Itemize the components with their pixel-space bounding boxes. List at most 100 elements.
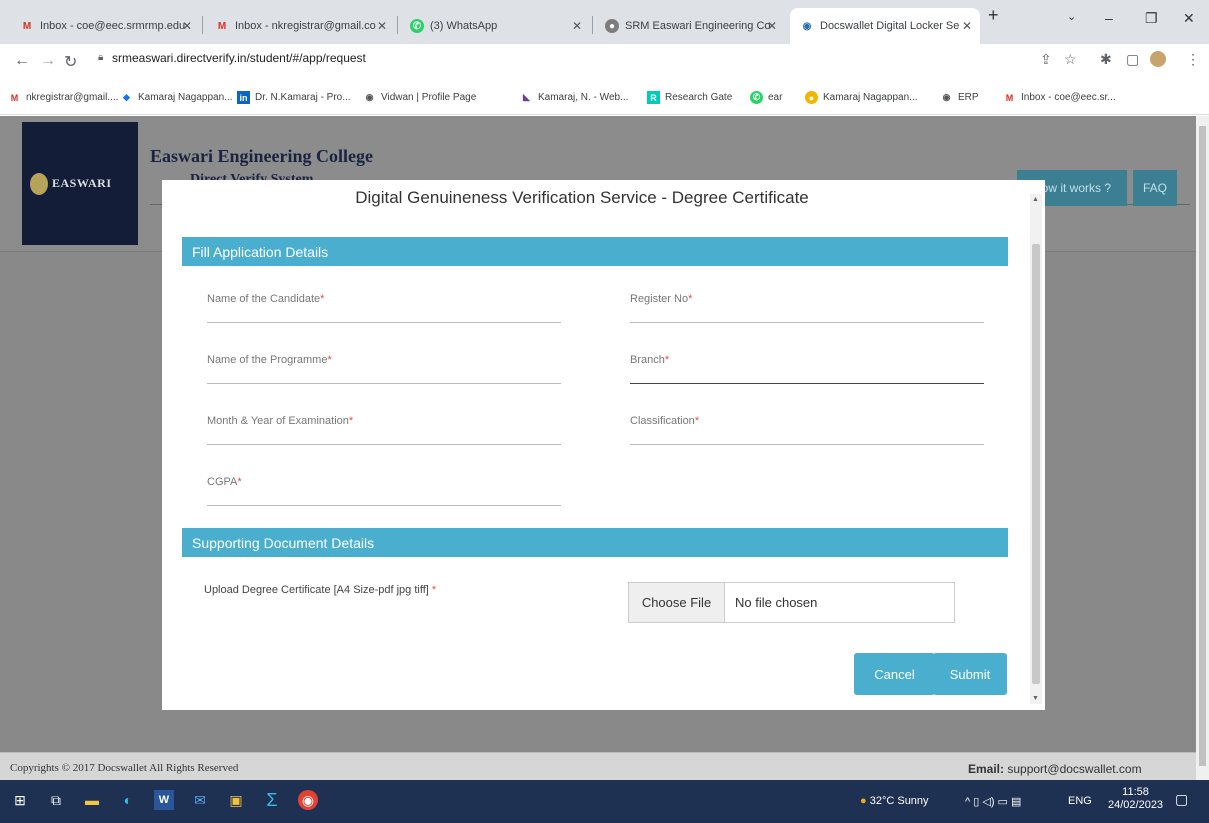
- researchgate-icon: R: [647, 91, 660, 104]
- network-icon[interactable]: ▭: [998, 796, 1008, 808]
- close-window-icon[interactable]: ✕: [1183, 10, 1195, 27]
- minimize-icon[interactable]: –: [1105, 10, 1113, 26]
- profile-avatar[interactable]: [1150, 51, 1166, 67]
- linkedin-icon: in: [237, 91, 250, 104]
- bookmark-item[interactable]: M Inbox - coe@eec.sr...: [1003, 91, 1116, 104]
- bookmark-item[interactable]: ● Kamaraj Nagappan...: [805, 91, 918, 104]
- gmail-icon: M: [217, 20, 227, 32]
- globe-icon: ◉: [942, 92, 951, 102]
- scroll-down-icon[interactable]: ▼: [1032, 695, 1039, 702]
- edge-icon[interactable]: ◐: [118, 790, 138, 810]
- cancel-button[interactable]: Cancel: [854, 653, 935, 695]
- submit-button[interactable]: Submit: [933, 653, 1007, 695]
- tab-docswallet[interactable]: ◉ Docswallet Digital Locker Se ✕: [790, 8, 980, 44]
- file-status: No file chosen: [735, 595, 818, 610]
- exam-month-year-input[interactable]: Month & Year of Examination*: [207, 409, 561, 445]
- bookmark-item[interactable]: ◣ Kamaraj, N. - Web...: [520, 91, 628, 104]
- college-icon: ●: [605, 19, 619, 33]
- chat-icon[interactable]: ▤: [1011, 796, 1021, 808]
- college-name: Easwari Engineering College: [150, 146, 373, 166]
- clock[interactable]: 11:58 24/02/2023: [1108, 786, 1163, 812]
- chevron-up-icon[interactable]: ^: [965, 796, 970, 808]
- mail-icon[interactable]: ✉: [190, 790, 210, 810]
- seal-icon: [30, 172, 48, 195]
- chrome-icon[interactable]: ◉: [298, 790, 318, 810]
- windows-taskbar: [0, 780, 1209, 823]
- tab-divider: [592, 16, 593, 34]
- language-indicator[interactable]: ENG: [1068, 795, 1092, 807]
- cgpa-input[interactable]: CGPA*: [207, 470, 561, 506]
- tab-search-icon[interactable]: ⌄: [1067, 10, 1076, 23]
- faq-button[interactable]: FAQ: [1133, 170, 1177, 206]
- back-icon[interactable]: ←: [14, 52, 30, 70]
- browser-menu-icon[interactable]: ⋮: [1186, 51, 1200, 68]
- candidate-name-input[interactable]: Name of the Candidate*: [207, 287, 561, 323]
- sigma-icon[interactable]: Σ: [262, 790, 282, 810]
- bookmark-item[interactable]: ◉ Vidwan | Profile Page: [363, 91, 477, 104]
- docswallet-icon: ◉: [802, 20, 812, 32]
- reload-icon[interactable]: ↻: [64, 52, 77, 72]
- scroll-up-icon[interactable]: ▲: [1032, 196, 1039, 203]
- word-icon[interactable]: W: [154, 790, 174, 810]
- request-modal: Digital Genuineness Verification Service…: [162, 180, 1045, 710]
- close-tab-icon[interactable]: ✕: [377, 19, 387, 33]
- bookmark-item[interactable]: ◉ ERP: [940, 91, 979, 104]
- extensions-icon[interactable]: ✱: [1100, 51, 1112, 68]
- close-tab-icon[interactable]: ✕: [962, 19, 972, 33]
- windows-start-icon[interactable]: ⊞: [10, 790, 30, 810]
- sidepanel-icon[interactable]: ▢: [1126, 51, 1139, 68]
- tab-whatsapp[interactable]: ✆ (3) WhatsApp ✕: [400, 8, 590, 44]
- volume-icon[interactable]: ◁): [982, 796, 994, 808]
- register-no-input[interactable]: Register No*: [630, 287, 984, 323]
- share-icon[interactable]: ⇪: [1040, 51, 1052, 68]
- bookmark-star-icon[interactable]: ☆: [1064, 51, 1077, 68]
- new-tab-icon[interactable]: +: [988, 5, 999, 26]
- section-documents-header: Supporting Document Details: [182, 528, 1008, 557]
- webofscience-icon: ◣: [523, 92, 530, 102]
- close-tab-icon[interactable]: ✕: [767, 19, 777, 33]
- bookmark-item[interactable]: ✆ ear: [750, 91, 782, 104]
- diamond-icon: ◆: [123, 92, 130, 102]
- bookmark-item[interactable]: Mnkregistrar@gmail....: [8, 91, 119, 104]
- classification-input[interactable]: Classification*: [630, 409, 984, 445]
- scholar-icon: ●: [805, 91, 818, 104]
- close-tab-icon[interactable]: ✕: [182, 19, 192, 33]
- support-email: Email: support@docswallet.com: [968, 762, 1142, 776]
- file-upload-input[interactable]: Choose File No file chosen: [628, 582, 955, 623]
- page-scrollbar[interactable]: [1196, 116, 1209, 780]
- tray-icons[interactable]: ^ ▯ ◁) ▭ ▤: [965, 795, 1021, 808]
- globe-icon: ◉: [365, 92, 374, 102]
- gmail-icon: M: [1005, 92, 1014, 103]
- tab-inbox-nkregistrar[interactable]: M Inbox - nkregistrar@gmail.co ✕: [205, 8, 395, 44]
- choose-file-button[interactable]: Choose File: [629, 583, 725, 622]
- scrollbar-thumb[interactable]: [1199, 126, 1206, 766]
- modal-scrollbar-thumb[interactable]: [1032, 244, 1040, 684]
- store-icon[interactable]: ▣: [226, 790, 246, 810]
- gmail-icon: M: [22, 20, 32, 32]
- restore-icon[interactable]: ❐: [1145, 10, 1158, 27]
- bookmark-item[interactable]: R Research Gate: [647, 91, 732, 104]
- lock-icon[interactable]: 🔒︎: [98, 52, 103, 63]
- college-logo: EASWARI: [22, 122, 138, 245]
- whatsapp-icon: ✆: [410, 19, 424, 33]
- copyright-text: Copyrights © 2017 Docswallet All Rights …: [10, 762, 239, 774]
- bookmark-item[interactable]: in Dr. N.Kamaraj - Pro...: [237, 91, 351, 104]
- notifications-icon[interactable]: ▢: [1175, 791, 1188, 808]
- programme-input[interactable]: Name of the Programme*: [207, 348, 561, 384]
- tab-inbox-coe[interactable]: M Inbox - coe@eec.srmrmp.edu ✕: [10, 8, 200, 44]
- task-view-icon[interactable]: ⧉: [46, 790, 66, 810]
- upload-label: Upload Degree Certificate [A4 Size-pdf j…: [204, 584, 437, 596]
- file-explorer-icon[interactable]: ▬: [82, 790, 102, 810]
- modal-scrollbar[interactable]: ▲ ▼: [1030, 194, 1042, 704]
- battery-icon[interactable]: ▯: [973, 796, 979, 808]
- bookmark-item[interactable]: ◆ Kamaraj Nagappan...: [120, 91, 232, 104]
- weather-widget[interactable]: ● 32°C Sunny: [860, 795, 929, 807]
- section-application-header: Fill Application Details: [182, 237, 1008, 266]
- tab-divider: [397, 16, 398, 34]
- close-tab-icon[interactable]: ✕: [572, 19, 582, 33]
- tab-srm-easwari[interactable]: ● SRM Easwari Engineering Co ✕: [595, 8, 785, 44]
- modal-title: Digital Genuineness Verification Service…: [355, 188, 809, 207]
- url-input[interactable]: srmeaswari.directverify.in/student/#/app…: [112, 51, 366, 65]
- branch-input[interactable]: Branch*: [630, 348, 984, 384]
- forward-icon[interactable]: →: [40, 52, 56, 70]
